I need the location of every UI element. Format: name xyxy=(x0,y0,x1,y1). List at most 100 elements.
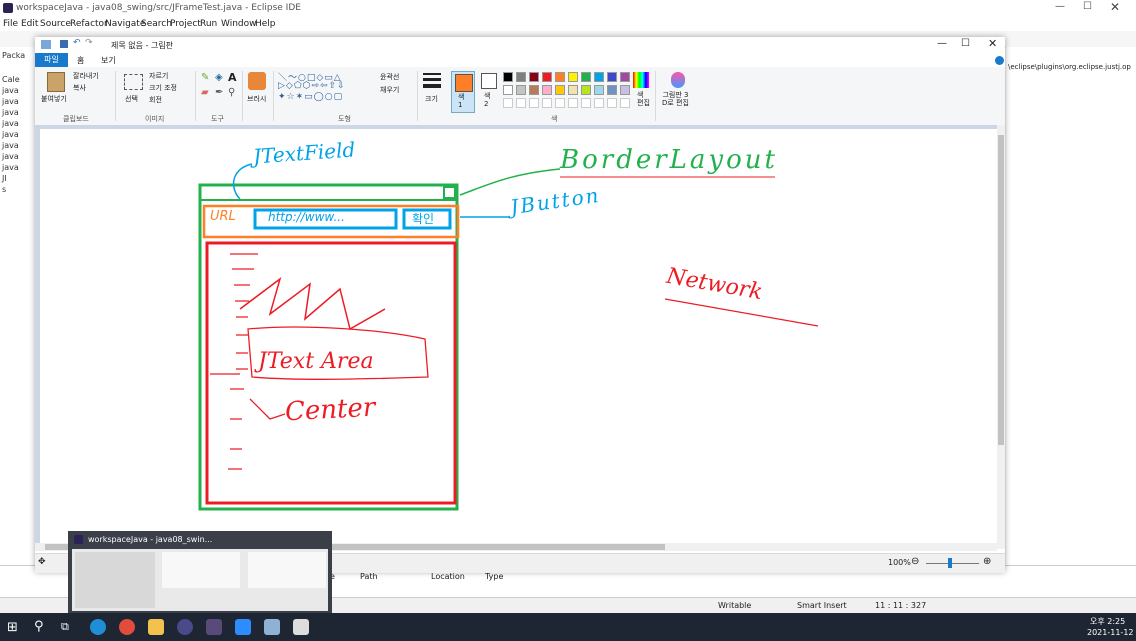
tab-view[interactable]: 보기 xyxy=(101,55,116,66)
edge-icon[interactable] xyxy=(90,619,106,635)
column-header-path[interactable]: Path xyxy=(360,572,378,581)
paint-close-icon[interactable]: ✕ xyxy=(988,37,997,50)
shapes-gallery-row3-icon[interactable]: ✦☆✶▭◯○▢ xyxy=(278,92,343,102)
tree-item[interactable]: java xyxy=(2,152,19,161)
tab-home[interactable]: 홈 xyxy=(77,55,84,66)
help-icon[interactable] xyxy=(995,56,1004,65)
menu-file[interactable]: File xyxy=(3,19,18,29)
menu-help[interactable]: Help xyxy=(255,19,276,29)
menu-project[interactable]: Project xyxy=(170,19,201,29)
zoom-app-icon[interactable] xyxy=(235,619,251,635)
menu-edit[interactable]: Edit xyxy=(21,19,38,29)
palette-color-swatch[interactable] xyxy=(503,72,513,82)
custom-color-slot[interactable] xyxy=(568,98,578,108)
clock-date[interactable]: 2021-11-12 xyxy=(1087,628,1134,637)
app-icon[interactable] xyxy=(293,619,309,635)
palette-color-swatch[interactable] xyxy=(542,85,552,95)
palette-color-swatch[interactable] xyxy=(620,72,630,82)
color-picker-icon[interactable]: ✒ xyxy=(215,87,223,98)
rotate-button[interactable]: 회전 xyxy=(149,95,162,105)
palette-color-swatch[interactable] xyxy=(581,72,591,82)
brush-icon[interactable] xyxy=(248,72,266,90)
vertical-scrollbar[interactable] xyxy=(997,125,1005,549)
task-view-icon[interactable]: ⧉ xyxy=(61,620,69,634)
menu-search[interactable]: Search xyxy=(141,19,172,29)
copy-button[interactable]: 복사 xyxy=(73,83,86,93)
crop-button[interactable]: 자르기 xyxy=(149,71,168,81)
zoom-slider-thumb[interactable] xyxy=(948,558,952,568)
zoom-slider[interactable] xyxy=(926,563,979,564)
palette-color-swatch[interactable] xyxy=(607,72,617,82)
save-icon[interactable] xyxy=(60,40,68,48)
shapes-gallery-row2-icon[interactable]: ▷◇⬠⬡⇨⇦⇧⇩ xyxy=(278,81,346,91)
taskbar-preview[interactable]: workspaceJava - java08_swin... xyxy=(68,531,332,613)
tab-file[interactable]: 파일 xyxy=(35,53,68,67)
palette-color-swatch[interactable] xyxy=(529,85,539,95)
edit-colors-button[interactable]: 색 편집 xyxy=(637,91,650,107)
palette-color-swatch[interactable] xyxy=(607,85,617,95)
paint-taskbar-icon[interactable] xyxy=(264,619,280,635)
custom-color-slot[interactable] xyxy=(581,98,591,108)
custom-color-slot[interactable] xyxy=(607,98,617,108)
zoom-out-icon[interactable]: ⊖ xyxy=(911,556,919,567)
column-header-location[interactable]: Location xyxy=(431,572,465,581)
menu-refactor[interactable]: Refactor xyxy=(70,19,108,29)
scroll-thumb[interactable] xyxy=(998,135,1004,445)
paint3d-icon[interactable] xyxy=(671,72,685,88)
tree-item[interactable]: java xyxy=(2,141,19,150)
palette-color-swatch[interactable] xyxy=(516,72,526,82)
drawing-canvas[interactable]: JTextField BorderLayout JButton Network … xyxy=(40,129,997,545)
palette-color-swatch[interactable] xyxy=(620,85,630,95)
app-icon[interactable] xyxy=(177,619,193,635)
tree-item[interactable]: java xyxy=(2,119,19,128)
eclipse-taskbar-icon[interactable] xyxy=(206,619,222,635)
redo-icon[interactable]: ↷ xyxy=(85,38,93,48)
fill-icon[interactable]: ◈ xyxy=(215,72,223,83)
tree-item[interactable]: java xyxy=(2,86,19,95)
palette-color-swatch[interactable] xyxy=(542,72,552,82)
custom-color-slot[interactable] xyxy=(529,98,539,108)
select-icon[interactable] xyxy=(124,74,143,90)
fill-button[interactable]: 채우기 xyxy=(380,85,399,95)
palette-color-swatch[interactable] xyxy=(568,72,578,82)
palette-color-swatch[interactable] xyxy=(581,85,591,95)
custom-color-slot[interactable] xyxy=(620,98,630,108)
maximize-icon[interactable]: ☐ xyxy=(1083,1,1092,12)
color1-button[interactable]: 색 1 xyxy=(451,71,475,113)
magnifier-icon[interactable]: ⚲ xyxy=(228,87,235,98)
paint-maximize-icon[interactable]: ☐ xyxy=(961,38,970,49)
column-header-type[interactable]: Type xyxy=(485,572,503,581)
minimize-icon[interactable]: — xyxy=(1055,1,1065,12)
tree-item[interactable]: Cale xyxy=(2,75,20,84)
tree-item[interactable]: java xyxy=(2,163,19,172)
palette-color-swatch[interactable] xyxy=(594,85,604,95)
chrome-icon[interactable] xyxy=(119,619,135,635)
palette-color-swatch[interactable] xyxy=(594,72,604,82)
tree-item[interactable]: s xyxy=(2,185,6,194)
tree-item[interactable]: java xyxy=(2,97,19,106)
custom-color-slot[interactable] xyxy=(516,98,526,108)
palette-color-swatch[interactable] xyxy=(516,85,526,95)
edit-in-paint3d-button[interactable]: 그림판 3 D로 편집 xyxy=(662,91,689,107)
custom-color-slot[interactable] xyxy=(542,98,552,108)
tree-item[interactable]: java xyxy=(2,108,19,117)
menu-source[interactable]: Source xyxy=(40,19,71,29)
palette-color-swatch[interactable] xyxy=(555,85,565,95)
zoom-in-icon[interactable]: ⊕ xyxy=(983,556,991,567)
eraser-icon[interactable]: ▰ xyxy=(201,87,209,98)
size-line-icon[interactable] xyxy=(423,73,441,75)
windows-start-icon[interactable]: ⊞ xyxy=(7,620,18,635)
custom-color-slot[interactable] xyxy=(594,98,604,108)
size-button[interactable]: 크기 xyxy=(425,94,438,104)
outline-button[interactable]: 윤곽선 xyxy=(380,72,399,82)
cut-button[interactable]: 잘라내기 xyxy=(73,71,99,81)
menu-run[interactable]: Run xyxy=(200,19,217,29)
custom-color-slot[interactable] xyxy=(555,98,565,108)
palette-color-swatch[interactable] xyxy=(503,85,513,95)
tree-item[interactable]: java xyxy=(2,130,19,139)
text-icon[interactable]: A xyxy=(228,71,237,84)
paste-button[interactable]: 붙여넣기 xyxy=(41,94,67,104)
edit-colors-icon[interactable] xyxy=(633,72,649,88)
palette-color-swatch[interactable] xyxy=(529,72,539,82)
color2-button[interactable]: 색 2 xyxy=(479,71,499,111)
